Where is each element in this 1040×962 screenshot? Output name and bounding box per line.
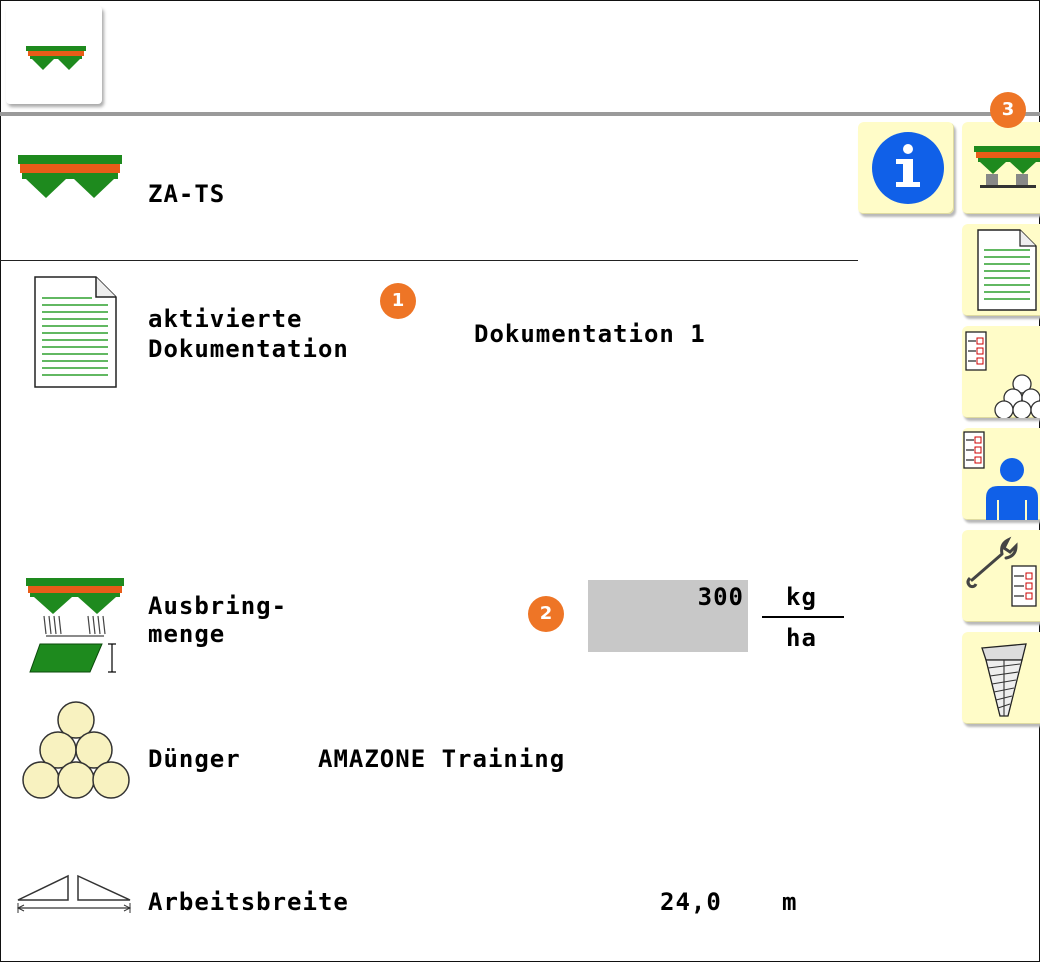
fertilizer-menu-button[interactable]: [962, 326, 1040, 418]
rate-input[interactable]: 300: [588, 580, 748, 652]
setup-menu-button[interactable]: [962, 530, 1040, 622]
spreader-icon: [974, 146, 1040, 188]
fertilizer-list-icon: [965, 331, 1040, 418]
documentation-value[interactable]: Dokumentation 1: [474, 320, 706, 348]
machine-divider: [0, 260, 858, 261]
info-button[interactable]: [858, 122, 954, 214]
width-value: 24,0: [660, 888, 722, 916]
rate-unit-bottom: ha: [786, 624, 817, 652]
rate-label-line1: Ausbring-: [148, 592, 288, 620]
spreader-icon: [18, 155, 122, 198]
document-icon: [34, 276, 117, 388]
rate-label-line2: menge: [148, 620, 226, 648]
home-button[interactable]: [6, 6, 102, 104]
spreader-icon: [26, 46, 86, 70]
fertilizer-value[interactable]: AMAZONE Training: [318, 745, 565, 773]
callout-3: 3: [990, 92, 1026, 128]
profile-icon: [963, 431, 1038, 520]
rate-unit-fraction-line: [762, 616, 844, 618]
width-unit: m: [782, 888, 798, 916]
document-icon: [977, 229, 1037, 311]
info-icon: [872, 132, 944, 204]
machine-menu-button[interactable]: [962, 122, 1040, 214]
documentation-label-line2: Dokumentation: [148, 335, 349, 363]
rate-unit-top: kg: [786, 583, 817, 611]
spreader-rate-icon: [26, 578, 124, 673]
profile-menu-button[interactable]: [962, 428, 1040, 520]
documentation-label-line1: aktivierte: [148, 305, 303, 333]
hopper-button[interactable]: [962, 632, 1040, 724]
documentation-button[interactable]: [962, 224, 1040, 316]
wrench-list-icon: [966, 536, 1037, 607]
fertilizer-balls-icon: [22, 701, 130, 799]
callout-1: 1: [380, 283, 416, 319]
width-label: Arbeitsbreite: [148, 888, 349, 916]
machine-name: ZA-TS: [148, 180, 226, 208]
callout-2: 2: [528, 596, 564, 632]
working-width-icon: [16, 874, 132, 913]
header-divider: [0, 112, 1040, 116]
hopper-icon: [981, 643, 1027, 717]
fertilizer-label: Dünger: [148, 745, 241, 773]
rate-value: 300: [697, 583, 744, 611]
